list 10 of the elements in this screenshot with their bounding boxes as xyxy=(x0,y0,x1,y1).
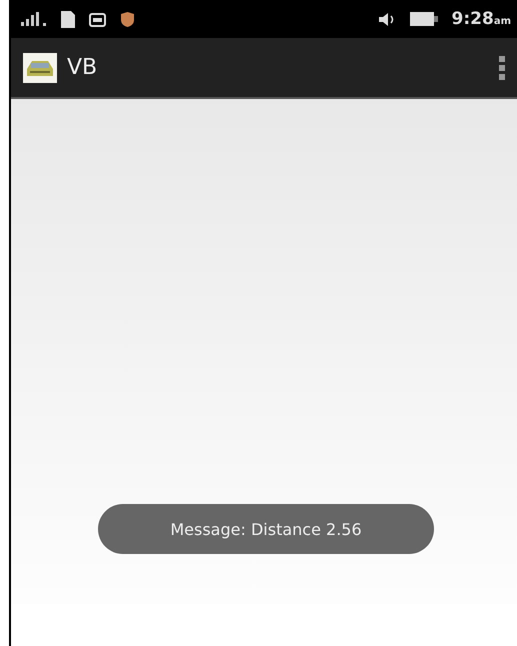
overflow-menu-icon[interactable] xyxy=(499,56,505,80)
volume-icon xyxy=(378,12,396,26)
shield-icon xyxy=(120,12,135,26)
notification-icon xyxy=(89,12,106,26)
app-title: VB xyxy=(67,55,98,80)
sd-card-icon xyxy=(61,10,75,28)
toast-message: Message: Distance 2.56 xyxy=(98,504,434,554)
battery-icon xyxy=(410,12,438,26)
clock-time: 9:28am xyxy=(452,9,511,29)
signal-icon xyxy=(21,12,47,26)
